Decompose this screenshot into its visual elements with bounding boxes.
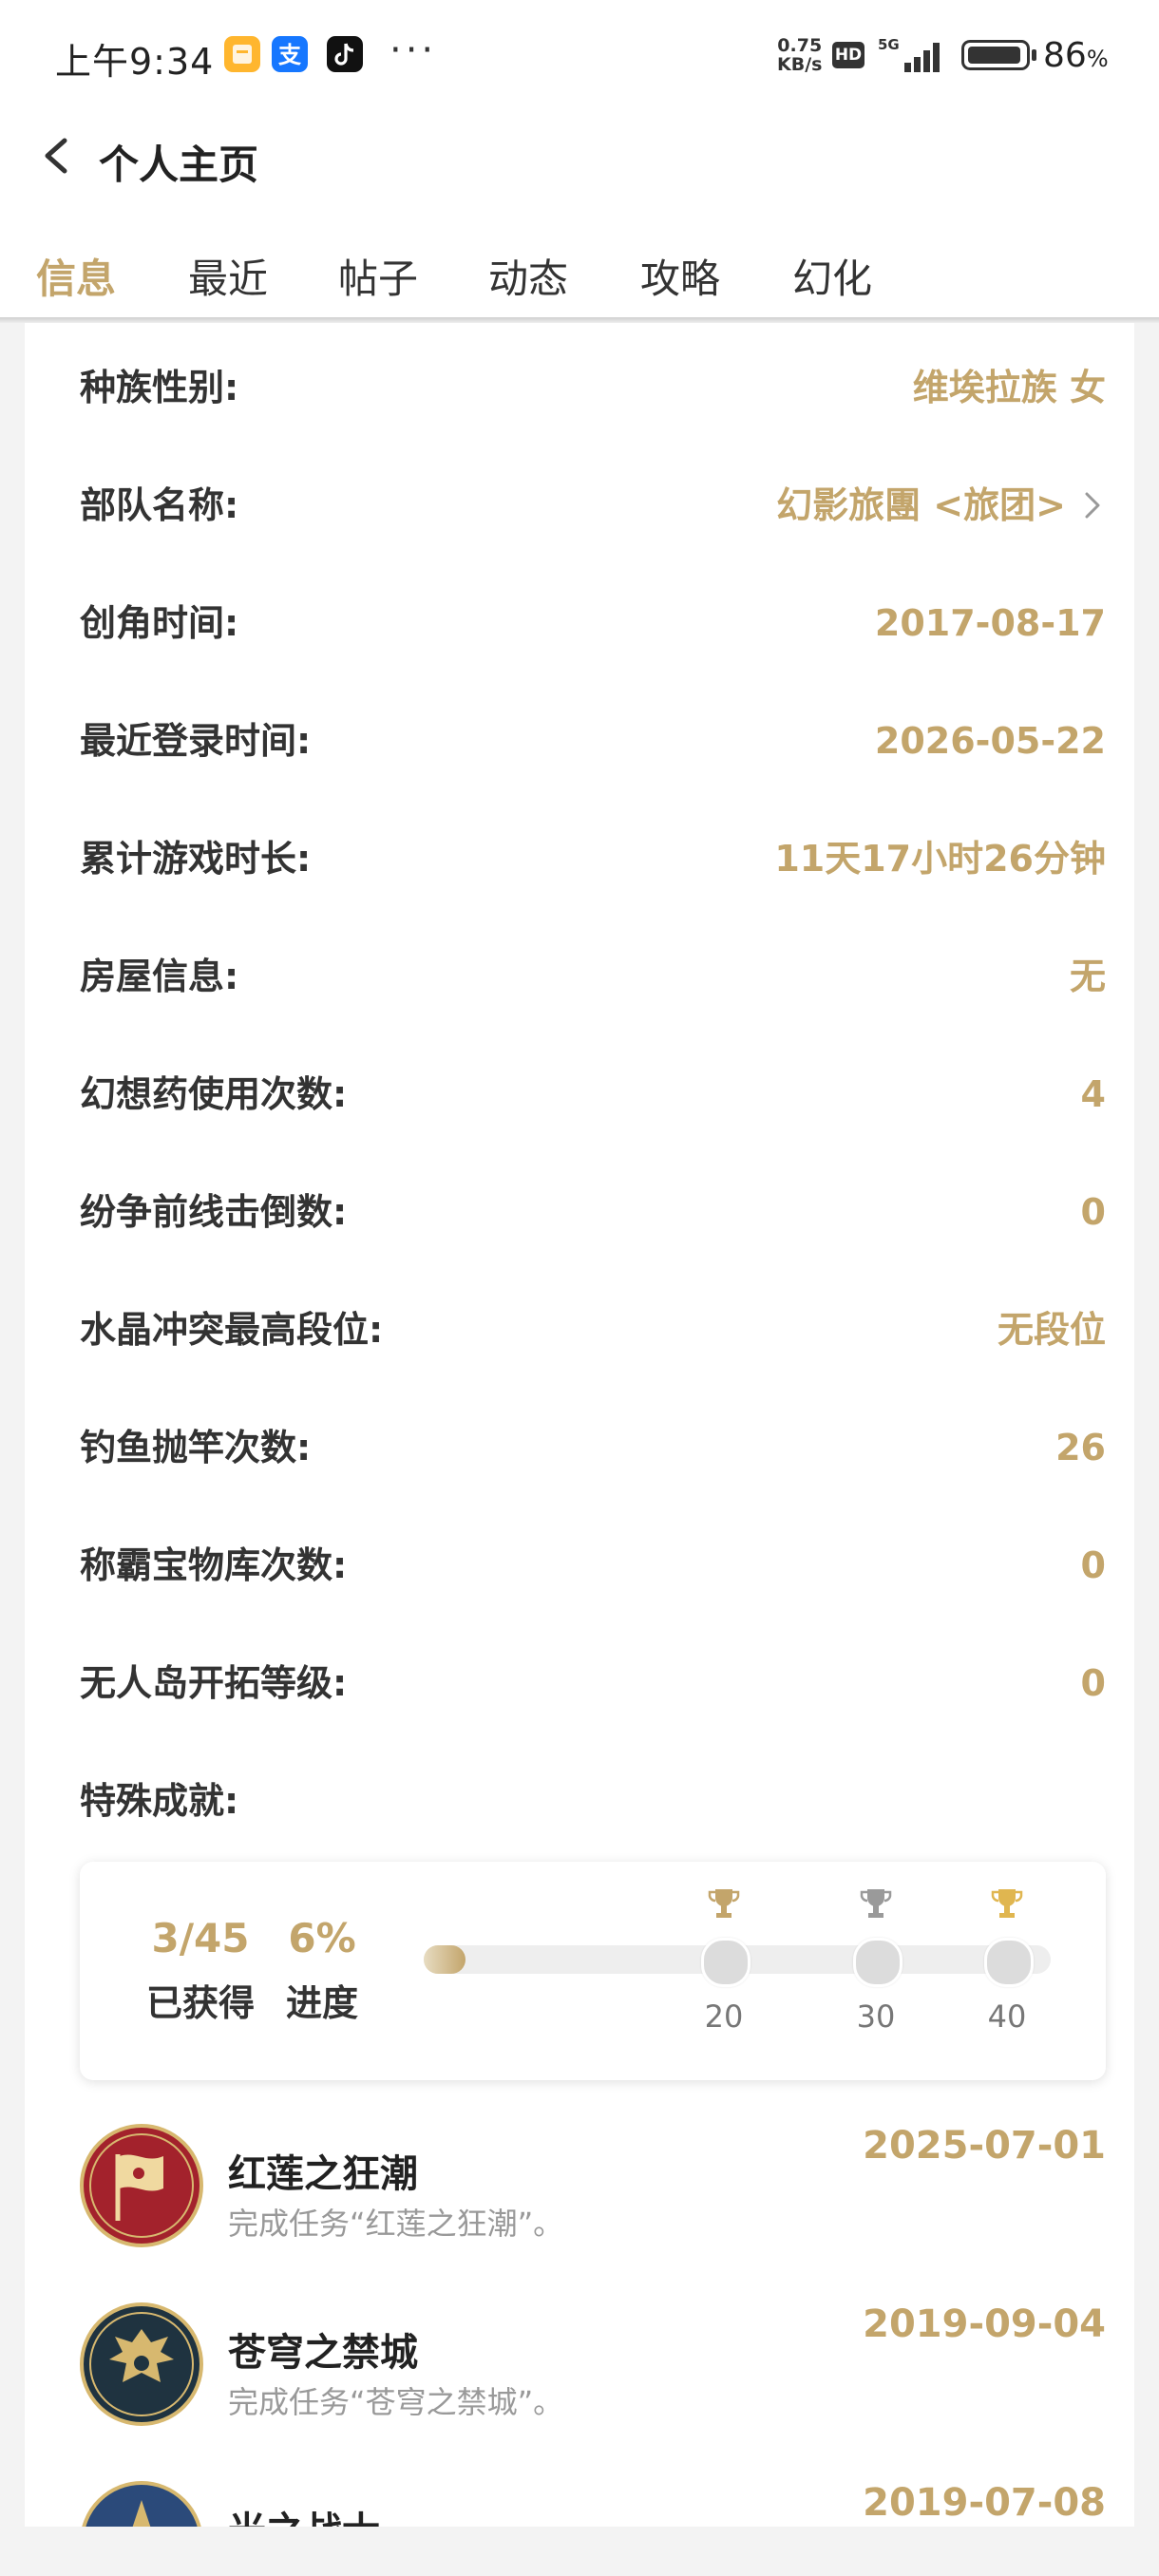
info-row-crystalline: 水晶冲突最高段位: 无段位 [80, 1309, 1106, 1351]
page-header: 个人主页 [0, 114, 1159, 209]
tab-recent[interactable]: 最近 [188, 247, 268, 305]
info-row-last-login: 最近登录时间: 2026-05-22 [80, 720, 1106, 762]
chevron-right-icon[interactable] [1077, 490, 1106, 521]
battery-icon [961, 40, 1030, 70]
achievement-percent: 6% [288, 1915, 356, 1961]
tab-bar: 信息 最近 帖子 动态 攻略 幻化 [0, 209, 1159, 323]
info-row-free-company[interactable]: 部队名称: 幻影旅團 <旅团> [80, 477, 1106, 534]
tab-guides[interactable]: 攻略 [640, 247, 720, 305]
milestone-label-40: 40 [987, 1998, 1027, 2035]
milestone-label-20: 20 [704, 1998, 744, 2035]
tab-info[interactable]: 信息 [36, 247, 116, 305]
achievement-percent-label: 进度 [285, 1982, 358, 2024]
tab-posts[interactable]: 帖子 [338, 247, 418, 305]
signal-icon: 5G [876, 36, 948, 74]
info-row-created: 创角时间: 2017-08-17 [80, 602, 1106, 644]
bottom-bar [0, 2527, 1159, 2576]
tiktok-app-icon [327, 36, 363, 72]
tab-glamour[interactable]: 幻化 [792, 247, 872, 305]
milestone-40 [984, 1938, 1034, 1987]
svg-text:支: 支 [278, 42, 302, 68]
achievement-count: 3/45 [151, 1915, 250, 1961]
more-notifications-icon: ··· [390, 28, 438, 72]
red-banner-icon [80, 2124, 203, 2247]
info-row-fantasia: 幻想药使用次数: 4 [80, 1073, 1106, 1115]
milestone-20 [701, 1938, 750, 1987]
trophy-silver-icon [857, 1885, 895, 1923]
info-row-special-achievements: 特殊成就: [80, 1780, 239, 1822]
achievement-summary[interactable]: 3/45 已获得 6% 进度 20 30 40 [80, 1862, 1106, 2080]
network-speed: 0.75 KB/s [777, 35, 823, 75]
svg-text:5G: 5G [878, 36, 900, 53]
page-title: 个人主页 [99, 142, 259, 188]
hd-icon: HD [832, 42, 864, 68]
info-row-fishing: 钓鱼抛竿次数: 26 [80, 1427, 1106, 1468]
star-emblem-icon [80, 2481, 203, 2527]
status-time: 上午9:34 [55, 41, 215, 83]
info-row-playtime: 累计游戏时长: 11天17小时26分钟 [80, 838, 1106, 880]
milestone-30 [853, 1938, 902, 1987]
info-row-race-gender: 种族性别: 维埃拉族 女 [80, 367, 1106, 408]
trophy-yellow-icon [988, 1885, 1026, 1923]
notes-app-icon [224, 36, 260, 72]
info-row-frontline: 纷争前线击倒数: 0 [80, 1191, 1106, 1233]
achievement-item[interactable]: 红莲之狂潮 完成任务“红莲之狂潮”。 2025-07-01 [80, 2124, 1106, 2257]
profile-content[interactable]: 种族性别: 维埃拉族 女 部队名称: 幻影旅團 <旅团> 创角时间: 2017-… [0, 323, 1159, 2527]
achievement-item[interactable]: 光之战士 2019-07-08 [80, 2481, 1106, 2527]
achievement-progress-fill [424, 1945, 466, 1974]
dragon-emblem-icon [80, 2302, 203, 2426]
milestone-label-30: 30 [856, 1998, 896, 2035]
back-icon[interactable] [34, 133, 80, 179]
info-row-vault: 称霸宝物库次数: 0 [80, 1544, 1106, 1586]
info-row-island: 无人岛开拓等级: 0 [80, 1662, 1106, 1704]
alipay-app-icon: 支 [272, 36, 308, 72]
info-row-housing: 房屋信息: 无 [80, 956, 1106, 997]
battery-level: 86% [1043, 36, 1109, 75]
achievement-count-label: 已获得 [145, 1982, 255, 2024]
achievement-item[interactable]: 苍穹之禁城 完成任务“苍穹之禁城”。 2019-09-04 [80, 2302, 1106, 2435]
status-bar: 上午9:34 支 ··· 0.75 KB/s HD 5G 86% [0, 0, 1159, 114]
trophy-gold-icon [705, 1885, 743, 1923]
tab-activity[interactable]: 动态 [488, 247, 568, 305]
